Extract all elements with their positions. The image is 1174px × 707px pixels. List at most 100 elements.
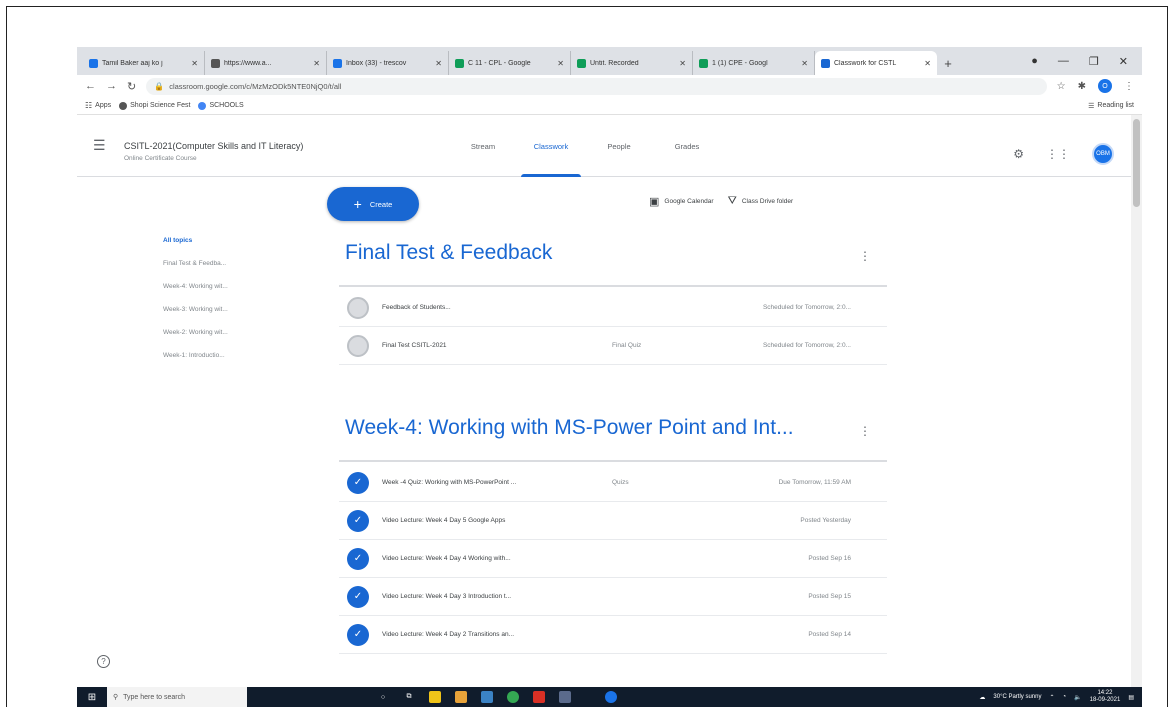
back-arrow-icon[interactable]: ←	[85, 80, 96, 92]
create-button[interactable]: + Create	[327, 187, 419, 221]
user-avatar[interactable]: OBM	[1092, 143, 1114, 165]
hamburger-menu-icon[interactable]: ☰	[93, 137, 106, 154]
topic-link[interactable]: Final Test & Feedba...	[163, 258, 273, 281]
bookmark-label: Apps	[95, 102, 112, 109]
assignment-icon: ✓	[347, 585, 369, 608]
volume-icon[interactable]: 🔈	[1074, 694, 1081, 701]
topic-list: All topics Final Test & Feedba... Week-4: …	[163, 235, 273, 373]
reload-icon[interactable]: ↻	[127, 80, 136, 93]
tab-close-icon[interactable]: ✕	[191, 59, 198, 68]
taskbar-app-icon[interactable]	[605, 691, 617, 703]
tab-close-icon[interactable]: ✕	[801, 59, 808, 68]
tab-close-icon[interactable]: ✕	[435, 59, 442, 68]
bookmark-science-fest[interactable]: Shopi Science Fest	[119, 101, 191, 110]
classwork-item[interactable]: ✓ Video Lecture: Week 4 Day 2 Transitions…	[339, 616, 887, 654]
tab-favicon-icon	[211, 58, 220, 68]
maximize-button[interactable]: ❐	[1089, 55, 1099, 68]
acrobat-icon[interactable]	[533, 691, 545, 703]
tab-grades[interactable]: Grades	[653, 115, 721, 177]
classwork-item[interactable]: ✓ Week -4 Quiz: Working with MS-PowerPoin…	[339, 464, 887, 502]
close-window-button[interactable]: ✕	[1119, 55, 1128, 68]
page-scrollbar[interactable]	[1131, 115, 1142, 687]
bookmark-favicon-icon	[198, 101, 207, 110]
browser-tab[interactable]: Inbox (33) - trescov ✕	[327, 51, 449, 75]
tab-label: C 11 - CPL - Google	[468, 59, 531, 67]
url-input[interactable]: 🔒 classroom.google.com/c/MzMzODk5NTE0NjQ…	[146, 77, 1047, 95]
windows-start-icon[interactable]: ⊞	[77, 692, 107, 703]
topic-link[interactable]: Week-1: Introductio...	[163, 350, 273, 373]
google-calendar-link[interactable]: ▣ Google Calendar	[649, 195, 714, 208]
cortana-icon[interactable]: ○	[377, 691, 389, 703]
taskbar-clock[interactable]: 14:22 18-09-2021	[1090, 690, 1121, 704]
course-title[interactable]: CSITL-2021(Computer Skills and IT Litera…	[124, 141, 303, 151]
taskbar-app-icon[interactable]	[481, 691, 493, 703]
tab-classwork[interactable]: Classwork	[517, 115, 585, 177]
taskbar-search-input[interactable]: ⚲ Type here to search	[107, 687, 247, 707]
tab-favicon-icon	[89, 58, 98, 68]
scrollbar-thumb[interactable]	[1133, 119, 1140, 207]
chrome-icon[interactable]	[507, 691, 519, 703]
browser-tab[interactable]: Classwork for CSTL ✕	[815, 51, 937, 75]
tab-people[interactable]: People	[585, 115, 653, 177]
browser-tab[interactable]: https://www.a... ✕	[205, 51, 327, 75]
bookmarks-bar: ☷ Apps Shopi Science Fest SCHOOLS ☰ Readin…	[77, 97, 1142, 115]
tab-close-icon[interactable]: ✕	[924, 59, 931, 68]
tab-close-icon[interactable]: ✕	[557, 59, 564, 68]
tab-label: Classwork for CSTL	[834, 59, 897, 67]
tab-stream[interactable]: Stream	[449, 115, 517, 177]
reading-list-icon: ☰	[1088, 102, 1095, 110]
topic-link[interactable]: Week-3: Working wit...	[163, 304, 273, 327]
profile-indicator-icon[interactable]: ●	[1031, 55, 1038, 67]
tab-label: Tamil Baker aaj ko j	[102, 59, 163, 67]
topic-link[interactable]: All topics	[163, 235, 273, 258]
topic-link[interactable]: Week-2: Working wit...	[163, 327, 273, 350]
browser-tab[interactable]: C 11 - CPL - Google ✕	[449, 51, 571, 75]
menu-dots-icon[interactable]: ⋮	[1124, 81, 1134, 92]
settings-gear-icon[interactable]: ⚙	[1013, 147, 1024, 161]
browser-tab[interactable]: Tamil Baker aaj ko j ✕	[83, 51, 205, 75]
new-tab-button[interactable]: +	[937, 51, 959, 75]
task-view-icon[interactable]: ⧉	[403, 691, 415, 703]
topic-link[interactable]: Week-4: Working wit...	[163, 281, 273, 304]
classwork-item[interactable]: ✓ Video Lecture: Week 4 Day 5 Google Apps…	[339, 502, 887, 540]
item-status: Due Tomorrow, 11:59 AM	[778, 479, 851, 486]
minimize-button[interactable]: —	[1058, 55, 1069, 67]
tray-chevron-icon[interactable]: ⌃	[1049, 694, 1054, 701]
classwork-item[interactable]: Final Test CSITL-2021 Final Quiz Scheduled…	[339, 327, 887, 365]
profile-avatar[interactable]: O	[1098, 79, 1112, 93]
forward-arrow-icon[interactable]: →	[106, 80, 117, 92]
extensions-icon[interactable]: ✱	[1078, 81, 1086, 92]
classwork-item[interactable]: ✓ Video Lecture: Week 4 Day 4 Working wit…	[339, 540, 887, 578]
tab-close-icon[interactable]: ✕	[313, 59, 320, 68]
lock-icon: 🔒	[154, 81, 165, 91]
tab-close-icon[interactable]: ✕	[679, 59, 686, 68]
star-icon[interactable]: ☆	[1057, 81, 1066, 92]
bookmark-schools[interactable]: SCHOOLS	[198, 101, 244, 110]
network-icon[interactable]: ◔	[1063, 694, 1067, 700]
taskbar-app-icon[interactable]	[455, 691, 467, 703]
bookmark-apps[interactable]: ☷ Apps	[85, 101, 111, 110]
section-title[interactable]: Week-4: Working with MS-Power Point and …	[345, 416, 794, 440]
more-options-icon[interactable]: ⋮	[859, 424, 871, 438]
class-drive-folder-link[interactable]: ⛛ Class Drive folder	[728, 195, 794, 208]
item-tag: Quizs	[612, 479, 629, 486]
calendar-link-label: Google Calendar	[664, 198, 714, 205]
notifications-icon[interactable]: ▤	[1128, 694, 1134, 701]
taskbar-apps: ○ ⧉	[377, 691, 617, 703]
weather-text[interactable]: 30°C Partly sunny	[993, 694, 1041, 700]
browser-tab[interactable]: Untit. Recorded ✕	[571, 51, 693, 75]
header-actions: ⚙ ⋮⋮ OBM	[1013, 143, 1114, 165]
classwork-top-links: ▣ Google Calendar ⛛ Class Drive folder	[649, 195, 793, 208]
more-options-icon[interactable]: ⋮	[859, 249, 871, 263]
classwork-item[interactable]: ✓ Video Lecture: Week 4 Day 3 Introductio…	[339, 578, 887, 616]
section-title[interactable]: Final Test & Feedback	[345, 241, 552, 265]
classwork-item[interactable]: Feedback of Students... Scheduled for Tom…	[339, 289, 887, 327]
apps-grid-icon[interactable]: ⋮⋮	[1046, 147, 1070, 161]
bookmark-label: Shopi Science Fest	[130, 102, 191, 109]
file-explorer-icon[interactable]	[429, 691, 441, 703]
taskbar-app-icon[interactable]	[559, 691, 571, 703]
assignment-icon: ✓	[347, 547, 369, 570]
browser-tab[interactable]: 1 (1) CPE - Googl ✕	[693, 51, 815, 75]
help-icon[interactable]: ?	[97, 655, 110, 668]
reading-list-button[interactable]: ☰ Reading list	[1088, 102, 1134, 110]
